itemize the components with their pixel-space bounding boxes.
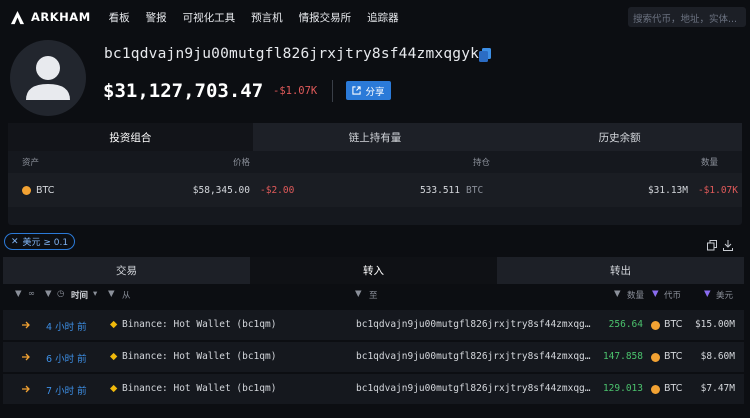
btc-icon: [651, 385, 660, 394]
filter-icon[interactable]: ▼: [614, 289, 621, 299]
portfolio-column-headers: 资产 价格 持仓 数量: [8, 151, 742, 173]
value-change: -$1.07K: [273, 85, 318, 97]
asset-price-change: -$2.00: [260, 184, 295, 196]
transfer-usd: $8.60M: [700, 351, 735, 362]
tab-transactions[interactable]: 交易: [3, 257, 250, 284]
arrow-in-icon: [22, 321, 30, 329]
nav-item-dashboard[interactable]: 看板: [109, 10, 130, 25]
close-icon[interactable]: ✕: [11, 237, 19, 247]
binance-icon: ◆: [110, 319, 118, 330]
table-row[interactable]: 7 小时 前 ◆ Binance: Hot Wallet (bc1qm) bc1…: [3, 374, 744, 404]
filter-icon[interactable]: ▼: [355, 289, 362, 299]
table-row[interactable]: BTC $58,345.00 -$2.00 533.511 BTC $31.13…: [8, 173, 742, 207]
column-holdings[interactable]: 持仓: [250, 156, 490, 168]
transfer-time[interactable]: 4 小时 前: [46, 319, 87, 333]
asset-amount-unit: BTC: [466, 184, 484, 196]
binance-icon: ◆: [110, 383, 118, 394]
tab-onchain-holdings[interactable]: 链上持有量: [252, 123, 498, 151]
search-input[interactable]: 搜索代币，地址，实体...: [628, 7, 746, 27]
transfer-token[interactable]: BTC: [664, 383, 682, 394]
transfer-amount: 129.013: [602, 383, 643, 394]
column-token[interactable]: 代币: [664, 289, 681, 301]
column-price[interactable]: 价格: [128, 156, 250, 168]
copy-icon[interactable]: [707, 240, 717, 251]
transfer-token[interactable]: BTC: [664, 319, 682, 330]
tab-outflow[interactable]: 转出: [497, 257, 744, 284]
asset-symbol[interactable]: BTC: [36, 185, 54, 196]
btc-icon: [22, 185, 31, 195]
sort-icon[interactable]: ▾: [93, 289, 97, 299]
arrow-in-icon: [22, 353, 30, 361]
transfer-amount: 147.858: [602, 351, 643, 362]
transfer-amount: 256.64: [608, 319, 643, 330]
nav-item-intel-exchange[interactable]: 情报交易所: [299, 10, 352, 25]
asset-value: $31.13M: [647, 184, 688, 196]
clock-icon[interactable]: ◷: [57, 289, 64, 299]
brand-name: ARKHAM: [31, 10, 91, 24]
copy-icon[interactable]: [479, 48, 491, 62]
transfer-column-headers: ▼ ∞ ▼ ◷ 时间 ▾ ▼ 从 ▼ 至 ▼ 数量 ▼ 代币 ▼ 美元: [3, 286, 744, 304]
transfer-to[interactable]: bc1qdvajn9ju00mutgfl826jrxjtry8sf44zmxqg…: [356, 351, 592, 362]
share-icon: [352, 86, 362, 95]
arrow-in-icon: [22, 385, 30, 393]
share-button[interactable]: 分享: [346, 81, 391, 100]
share-label: 分享: [365, 86, 385, 98]
column-usd[interactable]: 美元: [716, 289, 733, 301]
transfer-usd: $15.00M: [694, 319, 735, 330]
binance-icon: ◆: [110, 351, 118, 362]
nav-item-alerts[interactable]: 警报: [146, 10, 167, 25]
download-icon[interactable]: [723, 240, 733, 251]
column-asset[interactable]: 资产: [8, 156, 128, 168]
column-amount[interactable]: 数量: [627, 289, 644, 301]
user-silhouette-icon: [26, 56, 70, 100]
transfer-to[interactable]: bc1qdvajn9ju00mutgfl826jrxjtry8sf44zmxqg…: [356, 319, 592, 330]
divider: [332, 80, 333, 102]
nav-item-tracker[interactable]: 追踪器: [367, 10, 399, 25]
transfer-time[interactable]: 6 小时 前: [46, 351, 87, 365]
column-time[interactable]: 时间: [71, 289, 88, 301]
arkham-logo-icon: [10, 10, 25, 24]
page-title-address: bc1qdvajn9ju00mutgfl826jrxjtry8sf44zmxqg…: [104, 46, 480, 62]
link-icon[interactable]: ∞: [28, 289, 35, 299]
transfer-from[interactable]: Binance: Hot Wallet (bc1qm): [122, 351, 276, 362]
total-value: $31,127,703.47: [103, 80, 264, 102]
transfer-token[interactable]: BTC: [664, 351, 682, 362]
tab-inflow[interactable]: 转入: [250, 257, 497, 284]
filter-icon[interactable]: ▼: [45, 289, 52, 299]
filter-icon[interactable]: ▼: [652, 289, 659, 299]
tab-portfolio[interactable]: 投资组合: [8, 123, 253, 151]
column-value[interactable]: 数量: [490, 156, 718, 168]
transfer-from[interactable]: Binance: Hot Wallet (bc1qm): [122, 383, 276, 394]
transfer-usd: $7.47M: [700, 383, 735, 394]
logo[interactable]: ARKHAM: [10, 10, 91, 25]
asset-price: $58,345.00: [192, 184, 250, 196]
transfer-time[interactable]: 7 小时 前: [46, 383, 87, 397]
filter-pill[interactable]: ✕ 美元 ≥ 0.1: [4, 233, 76, 250]
filter-icon[interactable]: ▼: [108, 289, 115, 299]
asset-value-change: -$1.07K: [697, 184, 738, 196]
filter-icon[interactable]: ▼: [704, 289, 711, 299]
filter-icon[interactable]: ▼: [15, 289, 22, 299]
portfolio-panel: 投资组合 链上持有量 历史余额 资产 价格 持仓 数量 BTC $58,345.…: [8, 123, 743, 225]
btc-icon: [651, 353, 660, 362]
filter-label: 美元 ≥ 0.1: [22, 238, 69, 248]
btc-icon: [651, 321, 660, 330]
column-to[interactable]: 至: [369, 289, 378, 301]
transfer-tabs: 交易 转入 转出: [3, 257, 744, 284]
asset-amount: 533.511: [419, 184, 460, 196]
nav-item-oracle[interactable]: 预言机: [251, 10, 283, 25]
transfer-from[interactable]: Binance: Hot Wallet (bc1qm): [122, 319, 276, 330]
table-row[interactable]: 4 小时 前 ◆ Binance: Hot Wallet (bc1qm) bc1…: [3, 310, 744, 340]
column-from[interactable]: 从: [122, 289, 131, 301]
top-nav: ARKHAM 看板 警报 可视化工具 预言机 情报交易所 追踪器 搜索代币，地址…: [0, 0, 750, 34]
avatar: [10, 40, 86, 116]
transfer-to[interactable]: bc1qdvajn9ju00mutgfl826jrxjtry8sf44zmxqg…: [356, 383, 592, 394]
tab-balance-history[interactable]: 历史余额: [497, 123, 743, 151]
table-row[interactable]: 6 小时 前 ◆ Binance: Hot Wallet (bc1qm) bc1…: [3, 342, 744, 372]
nav-item-visualizer[interactable]: 可视化工具: [183, 10, 236, 25]
